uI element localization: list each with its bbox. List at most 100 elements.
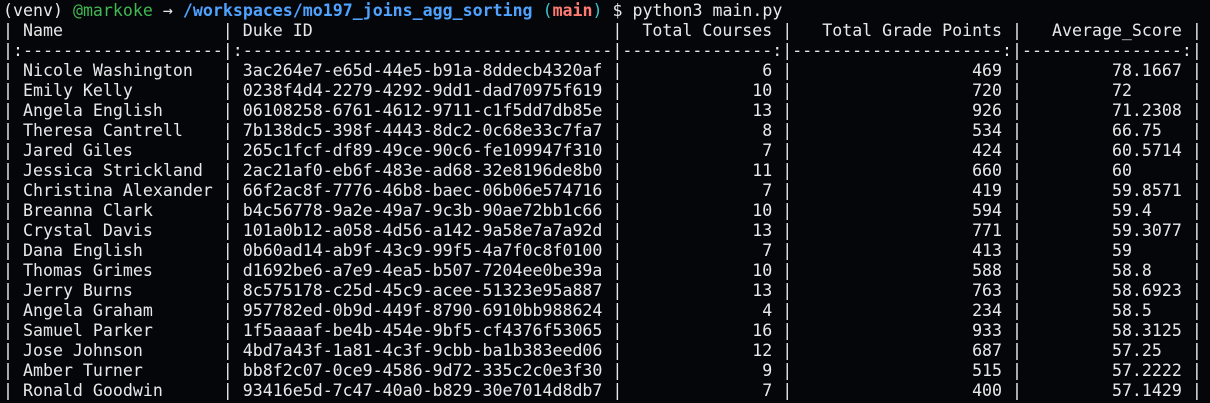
name-cell: Amber Turner <box>22 361 143 380</box>
column-divider: | <box>222 361 233 380</box>
duke-id-cell: b4c56778-9a2e-49a7-9c3b-90ae72bb1c66 <box>242 201 603 220</box>
duke-id-cell: bb8f2c07-0ce9-4586-9d72-335c2c0e3f30 <box>242 361 603 380</box>
table-row: | Crystal Davis | 101a0b12-a058-4d56-a142-9… <box>3 221 1210 241</box>
name-cell: Angela Graham <box>22 301 153 320</box>
column-divider: | <box>782 281 793 300</box>
average-score-cell: 59 <box>1022 241 1192 261</box>
git-branch: main <box>552 1 593 20</box>
average-score-cell: 78.1667 <box>1022 61 1192 81</box>
column-divider: | <box>1012 201 1023 220</box>
total-grade-points-cell: 534 <box>972 121 1003 140</box>
table-row: | Jessica Strickland | 2ac21af0-eb6f-483e-a… <box>3 161 1210 181</box>
average-score-cell: 72 <box>1022 81 1192 101</box>
column-divider: | <box>612 181 623 200</box>
column-divider: | <box>612 201 623 220</box>
average-score-cell: 58.6923 <box>1022 281 1192 301</box>
total-grade-points-cell: 400 <box>972 381 1003 400</box>
column-divider: | <box>1191 301 1202 320</box>
table-row: | Jose Johnson | 4bd7a43f-1a81-4c3f-9cbb-ba… <box>3 341 1210 361</box>
average-score-cell: 58.5 <box>1022 301 1192 321</box>
column-divider: | <box>222 81 233 100</box>
total-courses-cell: 6 <box>762 61 773 80</box>
column-divider: | <box>1191 161 1202 180</box>
column-divider: | <box>3 281 13 300</box>
total-courses-cell: 13 <box>752 101 773 120</box>
total-grade-points-cell: 763 <box>972 281 1003 300</box>
total-courses-cell: 10 <box>752 81 773 100</box>
total-courses-cell: 8 <box>762 121 773 140</box>
name-cell: Theresa Cantrell <box>22 121 183 140</box>
column-divider: | <box>612 81 623 100</box>
name-cell: Jared Giles <box>22 141 133 160</box>
total-grade-points-cell: 588 <box>972 261 1003 280</box>
table-row: | Angela English | 06108258-6761-4612-9711-… <box>3 101 1210 121</box>
name-cell: Emily Kelly <box>22 81 133 100</box>
column-divider: | <box>1191 81 1202 100</box>
duke-id-cell: 7b138dc5-398f-4443-8dc2-0c68e33c7fa7 <box>242 121 603 140</box>
column-divider: | <box>1191 181 1202 200</box>
column-divider: | <box>1012 121 1023 140</box>
column-divider: | <box>782 81 793 100</box>
column-divider: | <box>3 201 13 220</box>
column-divider: | <box>1191 261 1202 280</box>
table-row: | Jared Giles | 265c1fcf-df89-49ce-90c6-fe1… <box>3 141 1210 161</box>
column-divider: | <box>3 321 13 340</box>
column-divider: | <box>782 201 793 220</box>
table-row: | Christina Alexander | 66f2ac8f-7776-46b8-… <box>3 181 1210 201</box>
duke-id-cell: 1f5aaaaf-be4b-454e-9bf5-cf4376f53065 <box>242 321 603 340</box>
average-score-cell: 59.4 <box>1022 201 1192 221</box>
duke-id-cell: 265c1fcf-df89-49ce-90c6-fe109947f310 <box>242 141 603 160</box>
name-cell: Angela English <box>22 101 163 120</box>
average-score-value: 71.2308 <box>1111 101 1182 120</box>
average-score-value: 59.3077 <box>1111 221 1182 240</box>
average-score-cell: 57.25 <box>1022 341 1192 361</box>
terminal[interactable]: (venv) @markoke → /workspaces/mo197_join… <box>0 0 1210 401</box>
column-divider: | <box>782 121 793 140</box>
average-score-value: 57.1429 <box>1111 381 1182 400</box>
total-courses-cell: 7 <box>762 241 773 260</box>
column-divider: | <box>612 161 623 180</box>
duke-id-cell: 4bd7a43f-1a81-4c3f-9cbb-ba1b383eed06 <box>242 341 603 360</box>
header-total-courses: Total Courses <box>642 21 773 40</box>
column-divider: | <box>3 361 13 380</box>
table-row: | Jerry Burns | 8c575178-c25d-45c9-acee-513… <box>3 281 1210 301</box>
branch-paren-close: ) <box>592 1 603 20</box>
column-divider: | <box>3 121 13 140</box>
table-row: | Amber Turner | bb8f2c07-0ce9-4586-9d72-33… <box>3 361 1210 381</box>
name-cell: Crystal Davis <box>22 221 153 240</box>
total-grade-points-cell: 413 <box>972 241 1003 260</box>
column-divider: | <box>612 101 623 120</box>
table-row: | Angela Graham | 957782ed-0b9d-449f-8790-6… <box>3 301 1210 321</box>
column-divider: | <box>1191 381 1202 400</box>
average-score-value: 59.8571 <box>1111 181 1182 200</box>
column-divider: | <box>1191 121 1202 140</box>
table-row: | Theresa Cantrell | 7b138dc5-398f-4443-8dc… <box>3 121 1210 141</box>
column-divider: | <box>612 301 623 320</box>
column-divider: | <box>3 341 13 360</box>
column-divider: | <box>1191 281 1202 300</box>
average-score-cell: 58.3125 <box>1022 321 1192 341</box>
total-grade-points-cell: 771 <box>972 221 1003 240</box>
column-divider: | <box>1012 61 1023 80</box>
column-divider: | <box>782 141 793 160</box>
average-score-value: 60.5714 <box>1111 141 1182 160</box>
column-divider: | <box>782 181 793 200</box>
total-courses-cell: 13 <box>752 281 773 300</box>
name-cell: Thomas Grimes <box>22 261 153 280</box>
average-score-value: 58.5 <box>1111 301 1152 320</box>
column-divider: | <box>1191 141 1202 160</box>
column-divider: | <box>782 61 793 80</box>
name-cell: Dana English <box>22 241 143 260</box>
duke-id-cell: 957782ed-0b9d-449f-8790-6910bb988624 <box>242 301 603 320</box>
column-divider: | <box>1191 221 1202 240</box>
table-row: | Ronald Goodwin | 93416e5d-7c47-40a0-b829-… <box>3 381 1210 401</box>
column-divider: | <box>782 261 793 280</box>
column-divider: | <box>3 101 13 120</box>
average-score-value: 58.8 <box>1111 261 1152 280</box>
total-grade-points-cell: 419 <box>972 181 1003 200</box>
column-divider: | <box>612 141 623 160</box>
name-cell: Jessica Strickland <box>22 161 203 180</box>
column-divider: | <box>782 341 793 360</box>
header-name: Name <box>22 21 63 40</box>
column-divider: | <box>3 241 13 260</box>
